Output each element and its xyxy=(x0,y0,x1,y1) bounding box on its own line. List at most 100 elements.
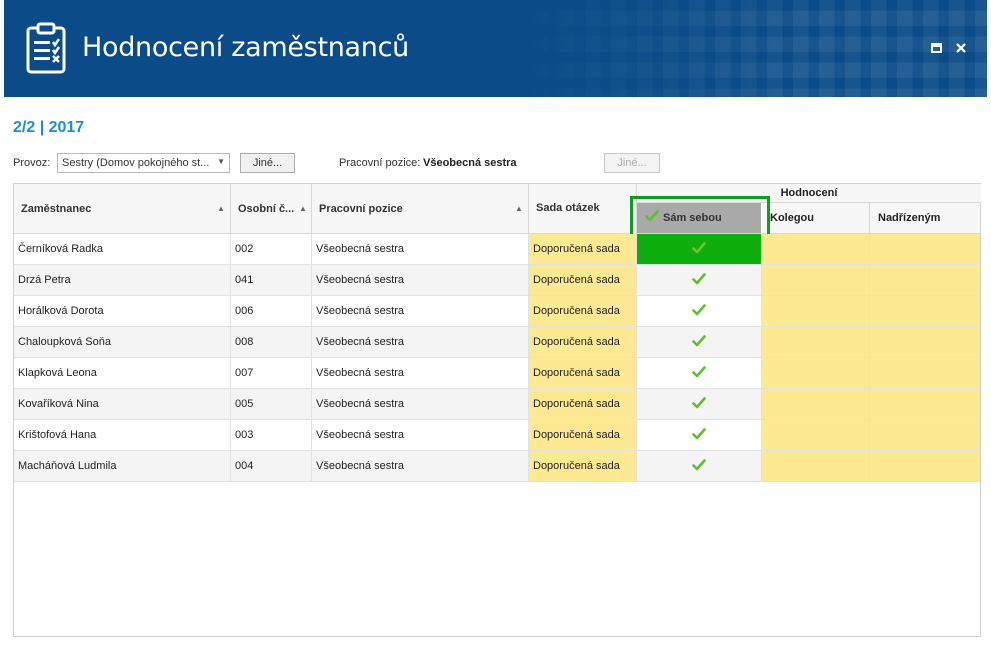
close-icon[interactable] xyxy=(954,41,968,55)
cell-question-set: Doporučená sada xyxy=(529,327,637,357)
column-header-colleague[interactable]: Kolegou xyxy=(762,203,870,234)
provoz-label: Provoz: xyxy=(13,157,51,169)
cell-self-evaluation[interactable] xyxy=(637,234,762,264)
table-row[interactable]: Kovaříková Nina 005 Všeobecná sestra Doporu… xyxy=(14,389,980,420)
cell-colleague-evaluation[interactable] xyxy=(762,389,870,419)
cell-colleague-evaluation[interactable] xyxy=(762,327,870,357)
table-row[interactable]: Klapková Leona 007 Všeobecná sestra Doporuč… xyxy=(14,358,980,389)
cell-self-evaluation[interactable] xyxy=(637,327,762,357)
cell-self-evaluation[interactable] xyxy=(637,358,762,388)
cell-question-set: Doporučená sada xyxy=(529,296,637,326)
checkmark-icon xyxy=(692,366,706,378)
table-row[interactable]: Chaloupková Soňa 008 Všeobecná sestra Dopor… xyxy=(14,327,980,358)
cell-question-set: Doporučená sada xyxy=(529,420,637,450)
provoz-select-value: Sestry (Domov pokojného st... xyxy=(62,157,210,169)
cell-number: 005 xyxy=(231,389,312,419)
cell-superior-evaluation[interactable] xyxy=(870,234,980,264)
cell-number: 004 xyxy=(231,451,312,481)
provoz-other-button[interactable]: Jiné... xyxy=(240,153,295,173)
cell-superior-evaluation[interactable] xyxy=(870,265,980,295)
cell-self-evaluation[interactable] xyxy=(637,451,762,481)
cell-question-set: Doporučená sada xyxy=(529,389,637,419)
cell-employee: Macháňová Ludmila xyxy=(14,451,231,481)
cell-number: 008 xyxy=(231,327,312,357)
cell-superior-evaluation[interactable] xyxy=(870,327,980,357)
cell-colleague-evaluation[interactable] xyxy=(762,234,870,264)
position-value: Všeobecná sestra xyxy=(423,157,517,169)
cell-position: Všeobecná sestra xyxy=(312,296,529,326)
cell-colleague-evaluation[interactable] xyxy=(762,358,870,388)
title-bar: Hodnocení zaměstnanců xyxy=(4,0,987,97)
cell-self-evaluation[interactable] xyxy=(637,265,762,295)
cell-position: Všeobecná sestra xyxy=(312,327,529,357)
cell-employee: Kovaříková Nina xyxy=(14,389,231,419)
chevron-down-icon: ▼ xyxy=(217,157,225,166)
cell-employee: Klapková Leona xyxy=(14,358,231,388)
cell-colleague-evaluation[interactable] xyxy=(762,451,870,481)
window-title: Hodnocení zaměstnanců xyxy=(82,32,409,63)
column-header-number-label: Osobní č... xyxy=(238,203,295,215)
cell-self-evaluation[interactable] xyxy=(637,296,762,326)
column-header-position-label: Pracovní pozice xyxy=(319,203,403,215)
cell-colleague-evaluation[interactable] xyxy=(762,265,870,295)
table-row[interactable]: Horálková Dorota 006 Všeobecná sestra Dopor… xyxy=(14,296,980,327)
table-row[interactable]: Krištofová Hana 003 Všeobecná sestra Doporu… xyxy=(14,420,980,451)
cell-position: Všeobecná sestra xyxy=(312,234,529,264)
cell-superior-evaluation[interactable] xyxy=(870,389,980,419)
column-header-number[interactable]: Osobní č... ▲ xyxy=(231,184,312,234)
cell-employee: Horálková Dorota xyxy=(14,296,231,326)
cell-question-set: Doporučená sada xyxy=(529,234,637,264)
table-row[interactable]: Macháňová Ludmila 004 Všeobecná sestra Dopo… xyxy=(14,451,980,482)
column-header-self-label: Sám sebou xyxy=(663,212,722,224)
column-header-employee-label: Zaměstnanec xyxy=(21,203,92,215)
cell-number: 003 xyxy=(231,420,312,450)
cell-superior-evaluation[interactable] xyxy=(870,420,980,450)
cell-self-evaluation[interactable] xyxy=(637,420,762,450)
cell-number: 006 xyxy=(231,296,312,326)
cell-question-set: Doporučená sada xyxy=(529,358,637,388)
column-header-employee[interactable]: Zaměstnanec ▲ xyxy=(14,184,231,234)
cell-number: 041 xyxy=(231,265,312,295)
table-row[interactable]: Drzá Petra 041 Všeobecná sestra Doporučená … xyxy=(14,265,980,296)
table-row[interactable]: Černíková Radka 002 Všeobecná sestra Doporu… xyxy=(14,234,980,265)
cell-position: Všeobecná sestra xyxy=(312,451,529,481)
column-header-position[interactable]: Pracovní pozice ▲ xyxy=(312,184,529,234)
cell-employee: Drzá Petra xyxy=(14,265,231,295)
header-pattern xyxy=(507,0,987,97)
checkmark-icon xyxy=(645,210,659,222)
column-header-colleague-label: Kolegou xyxy=(770,212,814,224)
checkmark-icon xyxy=(692,428,706,440)
cell-self-evaluation[interactable] xyxy=(637,389,762,419)
cell-superior-evaluation[interactable] xyxy=(870,358,980,388)
column-header-superior[interactable]: Nadřízeným xyxy=(870,203,980,234)
checkmark-icon xyxy=(692,335,706,347)
column-header-self[interactable]: Sám sebou xyxy=(637,203,761,233)
cell-colleague-evaluation[interactable] xyxy=(762,296,870,326)
provoz-select[interactable]: Sestry (Domov pokojného st... ▼ xyxy=(57,153,230,173)
checkmark-icon xyxy=(692,273,706,285)
employee-grid: Zaměstnanec ▲ Osobní č... ▲ Pracovní poz… xyxy=(13,183,981,637)
checkmark-icon xyxy=(692,397,706,409)
column-header-question-set-label: Sada otázek xyxy=(536,202,600,214)
checkmark-icon xyxy=(692,459,706,471)
cell-employee: Černíková Radka xyxy=(14,234,231,264)
position-other-button[interactable]: Jiné... xyxy=(604,153,660,173)
column-group-evaluation: Hodnocení xyxy=(637,184,981,203)
cell-position: Všeobecná sestra xyxy=(312,420,529,450)
period-label: 2/2 | 2017 xyxy=(13,119,85,136)
checkmark-icon xyxy=(692,242,706,254)
cell-superior-evaluation[interactable] xyxy=(870,451,980,481)
column-header-question-set[interactable]: Sada otázek xyxy=(529,184,637,234)
maximize-icon[interactable] xyxy=(930,41,944,55)
cell-superior-evaluation[interactable] xyxy=(870,296,980,326)
cell-employee: Krištofová Hana xyxy=(14,420,231,450)
clipboard-checklist-icon xyxy=(26,22,66,74)
cell-employee: Chaloupková Soňa xyxy=(14,327,231,357)
cell-number: 007 xyxy=(231,358,312,388)
checkmark-icon xyxy=(692,304,706,316)
cell-colleague-evaluation[interactable] xyxy=(762,420,870,450)
sort-asc-icon: ▲ xyxy=(515,204,523,213)
sort-asc-icon: ▲ xyxy=(299,204,307,213)
position-label: Pracovní pozice: xyxy=(339,157,421,169)
cell-position: Všeobecná sestra xyxy=(312,358,529,388)
